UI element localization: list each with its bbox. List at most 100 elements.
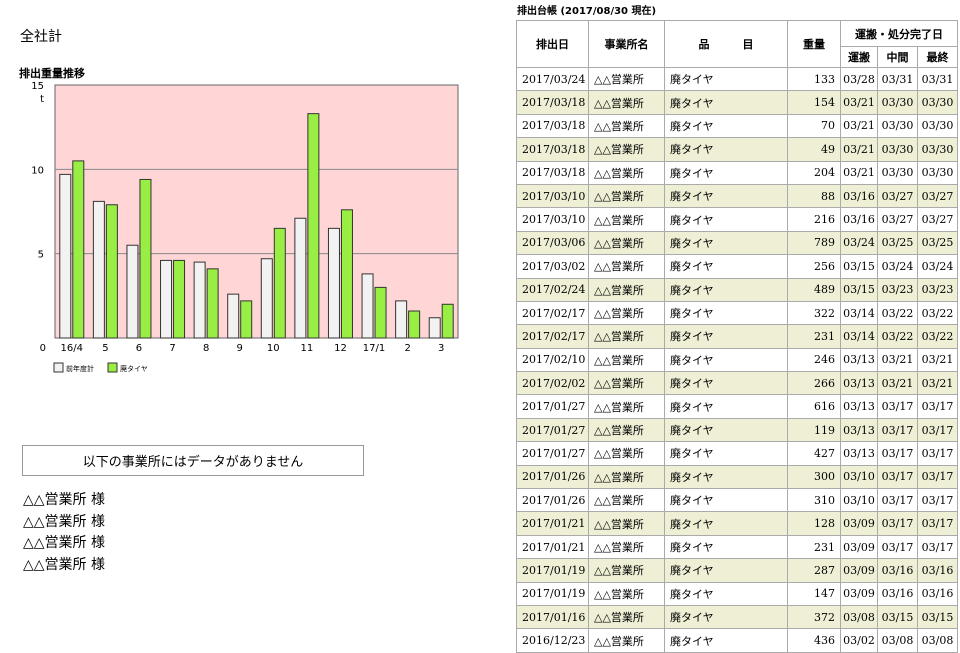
table-row: 2017/01/27 △△営業所 廃タイヤ 616 03/13 03/17 03/17 bbox=[516, 394, 959, 419]
cell-item: 廃タイヤ bbox=[664, 581, 788, 606]
table-row: 2017/01/19 △△営業所 廃タイヤ 147 03/09 03/16 03/16 bbox=[516, 581, 959, 606]
legend-swatch-waste-tire bbox=[107, 362, 118, 373]
table-row: 2017/01/21 △△営業所 廃タイヤ 128 03/09 03/17 03/17 bbox=[516, 511, 959, 536]
table-row: 2017/02/02 △△営業所 廃タイヤ 266 03/13 03/21 03/21 bbox=[516, 371, 959, 396]
header-date: 排出日 bbox=[516, 20, 589, 68]
cell-transport: 03/09 bbox=[840, 511, 878, 536]
table-row: 2017/03/18 △△営業所 廃タイヤ 49 03/21 03/30 03/30 bbox=[516, 137, 959, 162]
cell-final: 03/22 bbox=[916, 324, 959, 349]
bar-waste-tire bbox=[139, 178, 152, 339]
x-tick-label: 7 bbox=[169, 343, 175, 354]
bar-previous-year bbox=[361, 273, 374, 339]
cell-transport: 03/14 bbox=[840, 300, 878, 326]
bar-previous-year bbox=[395, 300, 408, 339]
cell-item: 廃タイヤ bbox=[664, 230, 788, 256]
cell-transport: 03/14 bbox=[840, 324, 878, 349]
cell-office: △△営業所 bbox=[588, 300, 665, 326]
cell-transport: 03/13 bbox=[840, 441, 878, 466]
bar-waste-tire bbox=[408, 310, 421, 339]
cell-intermediate: 03/17 bbox=[877, 441, 918, 466]
cell-intermediate: 03/17 bbox=[877, 417, 918, 443]
cell-weight: 616 bbox=[787, 394, 841, 419]
cell-transport: 03/10 bbox=[840, 488, 878, 513]
cell-transport: 03/10 bbox=[840, 464, 878, 490]
bar-previous-year bbox=[160, 259, 173, 339]
cell-final: 03/30 bbox=[916, 113, 959, 139]
cell-date: 2017/01/26 bbox=[516, 488, 589, 513]
cell-date: 2017/01/16 bbox=[516, 604, 589, 630]
cell-item: 廃タイヤ bbox=[664, 394, 788, 419]
bar-waste-tire bbox=[173, 259, 186, 339]
cell-item: 廃タイヤ bbox=[664, 90, 788, 115]
x-tick-label: 11 bbox=[301, 343, 314, 354]
header-transport: 運搬 bbox=[840, 46, 878, 68]
x-tick-label: 10 bbox=[267, 343, 280, 354]
cell-office: △△営業所 bbox=[588, 371, 665, 396]
no-data-notice: 以下の事業所にはデータがありません bbox=[22, 445, 364, 476]
cell-final: 03/08 bbox=[916, 628, 959, 653]
table-row: 2017/03/24 △△営業所 廃タイヤ 133 03/28 03/31 03/31 bbox=[516, 66, 959, 92]
office-item: △△営業所 様 bbox=[23, 535, 105, 551]
header-final: 最終 bbox=[916, 46, 959, 68]
cell-item: 廃タイヤ bbox=[664, 183, 788, 209]
cell-final: 03/17 bbox=[916, 441, 959, 466]
bar-waste-tire bbox=[72, 160, 85, 339]
cell-transport: 03/09 bbox=[840, 581, 878, 606]
weight-trend-chart: 0 5 10 15 t 16/4 5 6 7 8 9 10 11 12 17/1 2 3 前年度計 廃タイヤ bbox=[31, 81, 459, 373]
cell-office: △△営業所 bbox=[588, 394, 665, 419]
cell-weight: 489 bbox=[787, 277, 841, 302]
cell-weight: 128 bbox=[787, 511, 841, 536]
cell-weight: 322 bbox=[787, 300, 841, 326]
cell-intermediate: 03/17 bbox=[877, 394, 918, 419]
cell-date: 2017/02/10 bbox=[516, 347, 589, 373]
table-row: 2017/02/17 △△営業所 廃タイヤ 231 03/14 03/22 03/22 bbox=[516, 324, 959, 349]
table-row: 2017/03/18 △△営業所 廃タイヤ 204 03/21 03/30 03/30 bbox=[516, 160, 959, 185]
cell-item: 廃タイヤ bbox=[664, 113, 788, 139]
cell-intermediate: 03/15 bbox=[877, 604, 918, 630]
cell-office: △△営業所 bbox=[588, 277, 665, 302]
cell-intermediate: 03/17 bbox=[877, 534, 918, 560]
page-title: 全社計 bbox=[20, 29, 62, 45]
cell-weight: 133 bbox=[787, 66, 841, 92]
cell-item: 廃タイヤ bbox=[664, 300, 788, 326]
cell-item: 廃タイヤ bbox=[664, 160, 788, 185]
cell-weight: 231 bbox=[787, 324, 841, 349]
x-tick-label: 6 bbox=[136, 343, 142, 354]
cell-weight: 49 bbox=[787, 137, 841, 162]
x-tick-label: 16/4 bbox=[61, 343, 83, 354]
bar-waste-tire bbox=[340, 209, 353, 339]
table-row: 2017/03/18 △△営業所 廃タイヤ 154 03/21 03/30 03/30 bbox=[516, 90, 959, 115]
cell-final: 03/30 bbox=[916, 137, 959, 162]
cell-intermediate: 03/30 bbox=[877, 137, 918, 162]
table-row: 2017/02/24 △△営業所 廃タイヤ 489 03/15 03/23 03/23 bbox=[516, 277, 959, 302]
cell-final: 03/17 bbox=[916, 464, 959, 490]
cell-office: △△営業所 bbox=[588, 207, 665, 232]
cell-date: 2017/03/06 bbox=[516, 230, 589, 256]
table-row: 2017/03/10 △△営業所 廃タイヤ 88 03/16 03/27 03/27 bbox=[516, 183, 959, 209]
cell-transport: 03/09 bbox=[840, 558, 878, 583]
cell-office: △△営業所 bbox=[588, 628, 665, 653]
cell-transport: 03/13 bbox=[840, 371, 878, 396]
cell-final: 03/21 bbox=[916, 371, 959, 396]
cell-weight: 789 bbox=[787, 230, 841, 256]
cell-intermediate: 03/22 bbox=[877, 324, 918, 349]
cell-date: 2017/03/18 bbox=[516, 137, 589, 162]
table-row: 2017/01/27 △△営業所 廃タイヤ 427 03/13 03/17 03/17 bbox=[516, 441, 959, 466]
cell-intermediate: 03/30 bbox=[877, 90, 918, 115]
cell-date: 2017/03/18 bbox=[516, 90, 589, 115]
x-tick-label: 9 bbox=[237, 343, 243, 354]
cell-date: 2017/03/18 bbox=[516, 113, 589, 139]
cell-date: 2017/02/24 bbox=[516, 277, 589, 302]
bar-waste-tire bbox=[273, 227, 286, 339]
bar-waste-tire bbox=[206, 268, 219, 339]
cell-transport: 03/13 bbox=[840, 347, 878, 373]
cell-intermediate: 03/17 bbox=[877, 488, 918, 513]
cell-final: 03/17 bbox=[916, 488, 959, 513]
header-item: 品 目 bbox=[664, 20, 788, 68]
cell-date: 2017/02/17 bbox=[516, 324, 589, 349]
cell-weight: 287 bbox=[787, 558, 841, 583]
cell-final: 03/16 bbox=[916, 581, 959, 606]
cell-weight: 266 bbox=[787, 371, 841, 396]
table-row: 2017/01/27 △△営業所 廃タイヤ 119 03/13 03/17 03/17 bbox=[516, 417, 959, 443]
cell-final: 03/24 bbox=[916, 254, 959, 279]
